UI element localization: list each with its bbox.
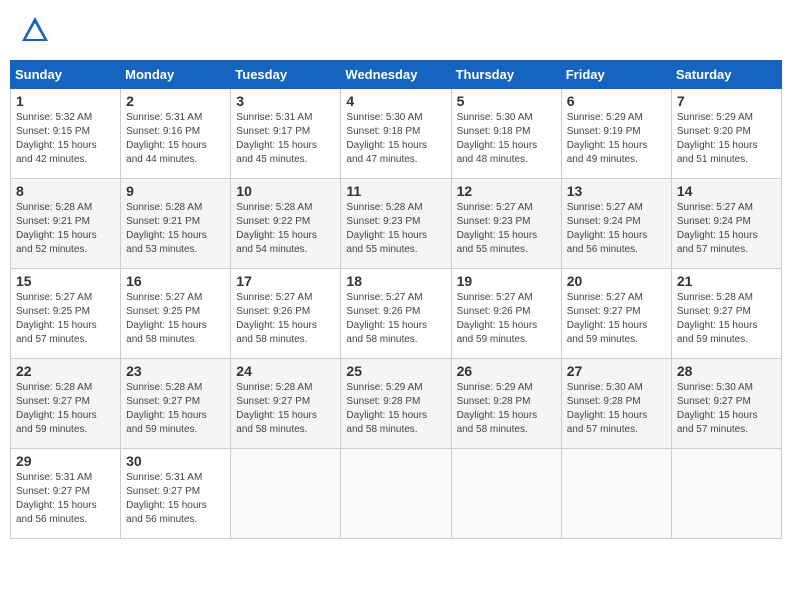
weekday-header-sunday: Sunday <box>11 61 121 89</box>
calendar-day-13: 13Sunrise: 5:27 AM Sunset: 9:24 PM Dayli… <box>561 179 671 269</box>
calendar-week-0: 1Sunrise: 5:32 AM Sunset: 9:15 PM Daylig… <box>11 89 782 179</box>
calendar-day-22: 22Sunrise: 5:28 AM Sunset: 9:27 PM Dayli… <box>11 359 121 449</box>
calendar-day-empty <box>561 449 671 539</box>
calendar-day-20: 20Sunrise: 5:27 AM Sunset: 9:27 PM Dayli… <box>561 269 671 359</box>
calendar-day-29: 29Sunrise: 5:31 AM Sunset: 9:27 PM Dayli… <box>11 449 121 539</box>
calendar-day-23: 23Sunrise: 5:28 AM Sunset: 9:27 PM Dayli… <box>121 359 231 449</box>
calendar-day-empty <box>451 449 561 539</box>
calendar-day-6: 6Sunrise: 5:29 AM Sunset: 9:19 PM Daylig… <box>561 89 671 179</box>
calendar-day-15: 15Sunrise: 5:27 AM Sunset: 9:25 PM Dayli… <box>11 269 121 359</box>
weekday-header-monday: Monday <box>121 61 231 89</box>
weekday-header-wednesday: Wednesday <box>341 61 451 89</box>
calendar-day-8: 8Sunrise: 5:28 AM Sunset: 9:21 PM Daylig… <box>11 179 121 269</box>
calendar-day-11: 11Sunrise: 5:28 AM Sunset: 9:23 PM Dayli… <box>341 179 451 269</box>
weekday-header-friday: Friday <box>561 61 671 89</box>
calendar-day-21: 21Sunrise: 5:28 AM Sunset: 9:27 PM Dayli… <box>671 269 781 359</box>
calendar-day-4: 4Sunrise: 5:30 AM Sunset: 9:18 PM Daylig… <box>341 89 451 179</box>
calendar-day-27: 27Sunrise: 5:30 AM Sunset: 9:28 PM Dayli… <box>561 359 671 449</box>
page-header <box>10 10 782 50</box>
calendar-day-17: 17Sunrise: 5:27 AM Sunset: 9:26 PM Dayli… <box>231 269 341 359</box>
calendar-day-14: 14Sunrise: 5:27 AM Sunset: 9:24 PM Dayli… <box>671 179 781 269</box>
weekday-header-thursday: Thursday <box>451 61 561 89</box>
calendar-day-3: 3Sunrise: 5:31 AM Sunset: 9:17 PM Daylig… <box>231 89 341 179</box>
calendar-day-16: 16Sunrise: 5:27 AM Sunset: 9:25 PM Dayli… <box>121 269 231 359</box>
calendar-week-3: 22Sunrise: 5:28 AM Sunset: 9:27 PM Dayli… <box>11 359 782 449</box>
calendar-week-2: 15Sunrise: 5:27 AM Sunset: 9:25 PM Dayli… <box>11 269 782 359</box>
calendar-day-empty <box>671 449 781 539</box>
calendar-day-28: 28Sunrise: 5:30 AM Sunset: 9:27 PM Dayli… <box>671 359 781 449</box>
calendar-day-1: 1Sunrise: 5:32 AM Sunset: 9:15 PM Daylig… <box>11 89 121 179</box>
calendar-day-25: 25Sunrise: 5:29 AM Sunset: 9:28 PM Dayli… <box>341 359 451 449</box>
calendar-day-26: 26Sunrise: 5:29 AM Sunset: 9:28 PM Dayli… <box>451 359 561 449</box>
calendar-day-2: 2Sunrise: 5:31 AM Sunset: 9:16 PM Daylig… <box>121 89 231 179</box>
calendar-day-30: 30Sunrise: 5:31 AM Sunset: 9:27 PM Dayli… <box>121 449 231 539</box>
weekday-header-saturday: Saturday <box>671 61 781 89</box>
calendar-week-4: 29Sunrise: 5:31 AM Sunset: 9:27 PM Dayli… <box>11 449 782 539</box>
calendar-day-12: 12Sunrise: 5:27 AM Sunset: 9:23 PM Dayli… <box>451 179 561 269</box>
calendar-day-empty <box>341 449 451 539</box>
calendar-day-9: 9Sunrise: 5:28 AM Sunset: 9:21 PM Daylig… <box>121 179 231 269</box>
calendar-day-10: 10Sunrise: 5:28 AM Sunset: 9:22 PM Dayli… <box>231 179 341 269</box>
calendar-day-5: 5Sunrise: 5:30 AM Sunset: 9:18 PM Daylig… <box>451 89 561 179</box>
calendar-week-1: 8Sunrise: 5:28 AM Sunset: 9:21 PM Daylig… <box>11 179 782 269</box>
calendar-day-19: 19Sunrise: 5:27 AM Sunset: 9:26 PM Dayli… <box>451 269 561 359</box>
calendar-day-empty <box>231 449 341 539</box>
calendar-table: SundayMondayTuesdayWednesdayThursdayFrid… <box>10 60 782 539</box>
calendar-day-18: 18Sunrise: 5:27 AM Sunset: 9:26 PM Dayli… <box>341 269 451 359</box>
weekday-header-tuesday: Tuesday <box>231 61 341 89</box>
calendar-header-row: SundayMondayTuesdayWednesdayThursdayFrid… <box>11 61 782 89</box>
calendar-day-7: 7Sunrise: 5:29 AM Sunset: 9:20 PM Daylig… <box>671 89 781 179</box>
logo <box>20 15 53 45</box>
calendar-day-24: 24Sunrise: 5:28 AM Sunset: 9:27 PM Dayli… <box>231 359 341 449</box>
